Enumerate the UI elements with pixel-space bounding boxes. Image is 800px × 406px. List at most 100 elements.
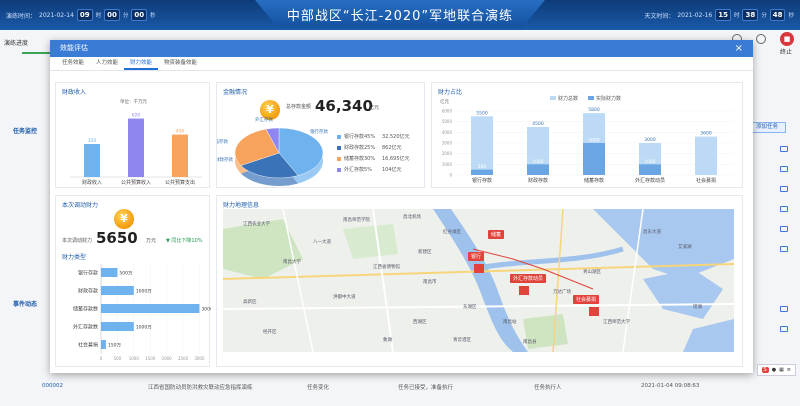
astro-hour: 15 xyxy=(715,9,731,21)
row-message-icon[interactable] xyxy=(780,186,788,192)
legend-value: 16,695亿元 xyxy=(382,156,410,162)
x-tick-label: 0 xyxy=(100,356,103,361)
ratio-total-value: 5500 xyxy=(476,110,488,116)
mobilize-card: 本次调动财力 ¥ 本次调动财力 5650 万元 ▼ 同比下降10% 财力类型 0… xyxy=(55,195,211,367)
map-place-label: 南昌市 xyxy=(423,280,437,285)
finance-legend-item: 银行存款45% 32,520亿元 xyxy=(337,133,410,140)
stop-button[interactable]: ■ xyxy=(780,32,794,46)
y-tick-label: 1000 xyxy=(442,162,453,167)
pie-slice-label: 外汇存款 xyxy=(255,116,273,123)
row-message-icon[interactable] xyxy=(780,306,788,312)
astro-time-label: 天文时间： xyxy=(644,12,675,20)
close-icon[interactable]: × xyxy=(735,40,743,57)
donation-building-icon[interactable] xyxy=(589,307,599,316)
ratio-category-label: 社会募捐 xyxy=(696,177,716,184)
finance-type-category: 银行存款 xyxy=(78,270,98,277)
map-pin-bank[interactable]: 银行 xyxy=(468,252,485,261)
exercise-date: 2021-02-14 xyxy=(39,11,74,19)
astronomical-time: 天文时间： 2021-02-16 15 时 38 分 48 秒 xyxy=(644,9,794,21)
ratio-total-value: 4500 xyxy=(532,121,544,127)
map-pin-savings[interactable]: 储蓄 xyxy=(488,230,505,239)
finance-type-value: 150万 xyxy=(108,343,122,349)
row-message-icon[interactable] xyxy=(780,326,788,332)
map-pin-donation[interactable]: 社会募捐 xyxy=(573,295,600,304)
map-place-label: 江西师范大学 xyxy=(603,320,630,325)
row-message-icon[interactable] xyxy=(780,246,788,252)
finance-type-bar xyxy=(101,304,200,313)
map-place-label: 昌北机场 xyxy=(403,215,421,220)
top-banner: 中部战区“长江-2020”军地联合演练 演练时间： 2021-02-14 09 … xyxy=(0,0,800,30)
pause-icon[interactable] xyxy=(756,34,766,44)
revenue-chart: 350 财政收入 620 公共预算收入 450 公共预算支出 xyxy=(70,113,202,186)
add-task-button[interactable]: 添加任务 xyxy=(748,122,786,133)
geo-card: 财力地理信息 江西农业大学 八一大道 南昌师范学院 新建区 南昌市 青山湖区 江… xyxy=(216,195,743,367)
chat-menu-icon[interactable]: ≡ xyxy=(787,367,791,373)
ratio-category-label: 储蓄存款 xyxy=(584,177,604,184)
finance-card: 金融情况 ¥ 总存款金额 46,340 亿元 外汇存款银行存款储蓄存款财政存款 … xyxy=(216,82,425,188)
map-place-label: 江西省博物馆 xyxy=(373,265,400,270)
revenue-card: 财政收入 单位：千万元 350 财政收入 620 公共预算收入 450 公共预算支出 xyxy=(55,82,210,188)
finance-legend-item: 外汇存款5% 104亿元 xyxy=(337,166,410,173)
ratio-actual-value: 1000 xyxy=(644,159,656,165)
revenue-bar xyxy=(172,134,188,177)
tab-materials[interactable]: 物资装备效能 xyxy=(158,57,203,70)
map-place-label: 西湖区 xyxy=(413,320,427,325)
ratio-actual-value: 500 xyxy=(478,164,487,170)
row-message-icon[interactable] xyxy=(780,226,788,232)
map-place-label: 南昌师范学院 xyxy=(343,218,370,223)
unit-hour: 时 xyxy=(95,13,102,19)
tab-finance[interactable]: 财力效能 xyxy=(124,57,159,70)
astro-date: 2021-02-16 xyxy=(677,11,713,19)
ratio-category-label: 外汇存款动员 xyxy=(635,177,665,184)
legend-value: 862亿元 xyxy=(382,145,402,151)
tab-manpower[interactable]: 人力效能 xyxy=(90,57,124,70)
legend-swatch xyxy=(337,167,341,172)
finance-legend-item: 财政存款25% 862亿元 xyxy=(337,144,410,151)
ratio-actual-value: 3000 xyxy=(588,138,600,144)
revenue-bar-value: 450 xyxy=(176,129,185,135)
event-id[interactable]: 000002 xyxy=(42,383,63,389)
chat-keyboard-icon[interactable]: ▦ xyxy=(779,367,784,373)
modal-tabs: 任务效能 人力效能 财力效能 物资装备效能 xyxy=(50,57,753,71)
map-place-label: 南昌大学 xyxy=(283,260,301,265)
tab-task[interactable]: 任务效能 xyxy=(56,57,90,70)
map-place-label: 经开区 xyxy=(263,330,277,335)
revenue-category-label: 财政收入 xyxy=(82,179,102,186)
map-pin-forex[interactable]: 外汇存款动员 xyxy=(510,274,547,283)
event-type: 任务变化 xyxy=(307,385,330,391)
forex-building-icon[interactable] xyxy=(519,286,529,295)
revenue-bar xyxy=(128,118,144,177)
pie-slice-label: 财政存款 xyxy=(217,156,233,163)
chat-mic-icon[interactable]: ● xyxy=(772,367,776,373)
pie-slice-label: 银行存款 xyxy=(310,128,328,135)
legend-name: 储蓄存款30% xyxy=(344,156,376,162)
unit-minute: 分 xyxy=(122,13,129,19)
finance-legend: 银行存款45% 32,520亿元 财政存款25% 862亿元储蓄存款30% 16,695… xyxy=(337,133,410,177)
x-tick-label: 2500 xyxy=(178,356,189,361)
finance-type-bar xyxy=(101,322,134,331)
finance-type-value: 1000万 xyxy=(136,289,152,295)
ratio-total-value: 5800 xyxy=(588,107,600,113)
finance-legend-item: 储蓄存款30% 16,695亿元 xyxy=(337,155,410,162)
legend-value: 104亿元 xyxy=(382,167,402,173)
chat-widget[interactable]: S ● ▦ ≡ xyxy=(756,364,796,376)
revenue-bar-value: 620 xyxy=(132,113,141,119)
row-message-icon[interactable] xyxy=(780,146,788,152)
ratio-chart: 0 1000 2000 3000 4000 5000 6000 5500 500 银行存款 4500… xyxy=(442,107,734,184)
row-message-icon[interactable] xyxy=(780,166,788,172)
row-message-icon[interactable] xyxy=(780,206,788,212)
bank-building-icon[interactable] xyxy=(474,264,484,273)
unit-second: 秒 xyxy=(150,13,156,19)
legend-swatch xyxy=(337,156,341,161)
efficiency-modal: 效能评估 × 任务效能 人力效能 财力效能 物资装备效能 财政收入 单位：千万元… xyxy=(50,40,753,373)
map-place-label: 东湖区 xyxy=(463,305,477,310)
x-tick-label: 1000 xyxy=(129,356,140,361)
finance-map[interactable]: 江西农业大学 八一大道 南昌师范学院 新建区 南昌市 青山湖区 江西省博物馆 南昌大学 红谷滩区… xyxy=(223,209,734,352)
revenue-category-label: 公共预算收入 xyxy=(121,179,151,186)
event-time: 2021-01-04 09:08:63 xyxy=(641,383,700,389)
map-place-label: 八一大道 xyxy=(313,240,331,245)
y-tick-label: 2000 xyxy=(442,151,453,156)
map-place-label: 新建区 xyxy=(418,250,432,255)
map-place-label: 南昌县 xyxy=(523,340,537,345)
map-place-label: 青山湖区 xyxy=(583,270,601,275)
